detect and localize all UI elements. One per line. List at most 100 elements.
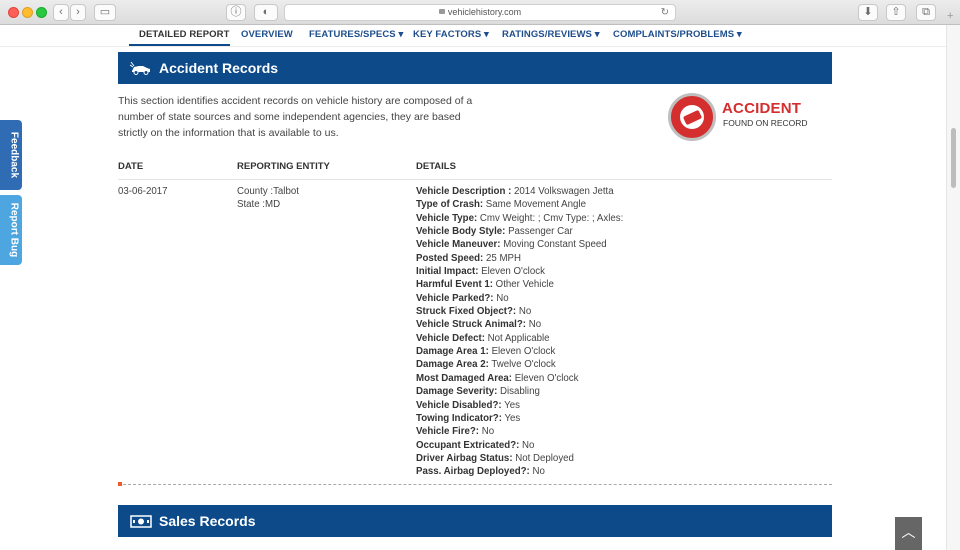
detail-row: Posted Speed: 25 MPH [416,252,830,265]
money-icon [130,515,152,528]
detail-label: Damage Severity: [416,386,498,398]
url-text: vehiclehistory.com [447,7,522,17]
accident-records-header: Accident Records [118,52,832,84]
badge-word: ACCIDENT [722,100,802,117]
detail-value: Other Vehicle [492,279,554,291]
detail-row: Harmful Event 1: Other Vehicle [416,278,830,291]
minimize-window-button[interactable] [22,7,33,18]
detail-value: 2014 Volkswagen Jetta [511,186,614,197]
nav-detailed-report[interactable]: DETAILED REPORT [139,29,230,40]
column-header-date: DATE [118,161,144,172]
reader-toggle-icon[interactable]: ◐ [254,4,278,21]
detail-value: 25 MPH [483,252,521,264]
detail-row: Vehicle Fire?: No [416,425,830,438]
share-icon[interactable]: ⇧ [886,4,906,21]
forward-button[interactable]: › [70,4,86,21]
feedback-label: Feedback [8,131,20,179]
detail-label: Vehicle Body Style: [416,226,506,238]
section-title: Sales Records [159,513,256,529]
record-divider-marker [118,482,122,486]
tabs-icon[interactable]: ⧉ [916,4,936,21]
detail-value: No [516,306,532,318]
feedback-tab[interactable]: Feedback [0,120,22,190]
detail-label: Vehicle Struck Animal?: [416,319,527,331]
nav-complaints-problems[interactable]: COMPLAINTS/PROBLEMS ▾ [613,29,742,40]
accident-intro-text: This section identifies accident records… [118,95,473,139]
detail-row: Vehicle Defect: Not Applicable [416,332,830,345]
back-button[interactable]: ‹ [53,4,69,21]
new-tab-icon[interactable]: + [947,10,953,22]
detail-row: Towing Indicator?: Yes [416,412,830,425]
info-icon[interactable]: ⓘ [226,4,246,21]
sidebar-icon[interactable]: ▭ [94,4,116,21]
detail-label: Type of Crash: [416,199,484,211]
accident-badge-icon [668,93,716,141]
nav-features-specs[interactable]: FEATURES/SPECS ▾ [309,29,403,40]
detail-row: Vehicle Struck Animal?: No [416,318,830,331]
detail-label: Vehicle Disabled?: [416,399,502,411]
column-header-details: DETAILS [416,161,456,172]
record-details: Vehicle Description : 2014 Volkswagen Je… [416,185,830,479]
record-date: 03-06-2017 [118,186,168,197]
detail-value: No [519,439,535,451]
detail-row: Type of Crash: Same Movement Angle [416,198,830,211]
detail-row: Vehicle Body Style: Passenger Car [416,225,830,238]
nav-key-factors[interactable]: KEY FACTORS ▾ [413,29,489,40]
detail-value: Not Deployed [512,452,574,464]
car-crash-icon [130,62,150,75]
table-header-divider [118,179,832,180]
detail-label: Driver Airbag Status: [416,452,513,464]
detail-label: Damage Area 2: [416,359,489,371]
detail-label: Posted Speed: [416,252,484,264]
record-county: County :Talbot [237,186,299,197]
nav-overview[interactable]: OVERVIEW [241,29,293,40]
scrollbar-thumb[interactable] [951,128,956,188]
detail-label: Towing Indicator?: [416,412,502,424]
column-header-reporting-entity: REPORTING ENTITY [237,161,330,172]
detail-value: Cmv Weight: ; Cmv Type: ; Axles: [477,212,624,224]
zoom-window-button[interactable] [36,7,47,18]
accident-found-badge: ACCIDENT FOUND ON RECORD [668,93,818,145]
detail-value: No [493,292,509,304]
detail-label: Vehicle Fire?: [416,426,479,438]
detail-label: Damage Area 1: [416,346,489,358]
detail-label: Harmful Event 1: [416,279,493,291]
detail-label: Pass. Airbag Deployed?: [416,466,530,478]
browser-toolbar: ‹ › ▭ ⓘ ◐ vehiclehistory.com ↻ ⬇ ⇧ ⧉ [0,0,960,25]
detail-value: No [526,319,542,331]
detail-value: Twelve O'clock [488,359,556,371]
detail-row: Vehicle Maneuver: Moving Constant Speed [416,238,830,251]
scrollbar-track[interactable] [946,25,960,550]
address-bar[interactable]: vehiclehistory.com ↻ [284,4,676,21]
record-divider [118,484,832,485]
close-window-button[interactable] [8,7,19,18]
download-icon[interactable]: ⬇ [858,4,878,21]
detail-row: Vehicle Type: Cmv Weight: ; Cmv Type: ; … [416,212,830,225]
detail-row: Damage Severity: Disabling [416,385,830,398]
record-state: State :MD [237,199,281,211]
detail-row: Most Damaged Area: Eleven O'clock [416,372,830,385]
detail-row: Vehicle Parked?: No [416,292,830,305]
lock-icon [438,9,445,15]
detail-value: Yes [501,399,520,411]
detail-label: Occupant Extricated?: [416,439,520,451]
active-tab-indicator [129,44,230,46]
reload-icon[interactable]: ↻ [661,5,669,20]
detail-row: Vehicle Description : 2014 Volkswagen Je… [416,185,830,198]
sales-records-header: Sales Records [118,505,832,537]
nav-ratings-reviews[interactable]: RATINGS/REVIEWS ▾ [502,29,600,40]
detail-label: Vehicle Defect: [416,332,485,344]
badge-subtitle: FOUND ON RECORD [723,118,808,128]
scroll-to-top-button[interactable]: ︿ [895,517,922,550]
detail-value: Eleven O'clock [488,346,556,358]
detail-value: No [529,466,545,478]
report-bug-tab[interactable]: Report Bug [0,195,22,265]
detail-label: Vehicle Maneuver: [416,239,501,251]
detail-value: Yes [501,412,521,424]
detail-label: Vehicle Description : [416,186,512,197]
detail-value: Eleven O'clock [512,372,579,384]
detail-row: Struck Fixed Object?: No [416,305,830,318]
detail-row: Pass. Airbag Deployed?: No [416,465,830,478]
detail-value: No [479,426,495,438]
detail-row: Initial Impact: Eleven O'clock [416,265,830,278]
